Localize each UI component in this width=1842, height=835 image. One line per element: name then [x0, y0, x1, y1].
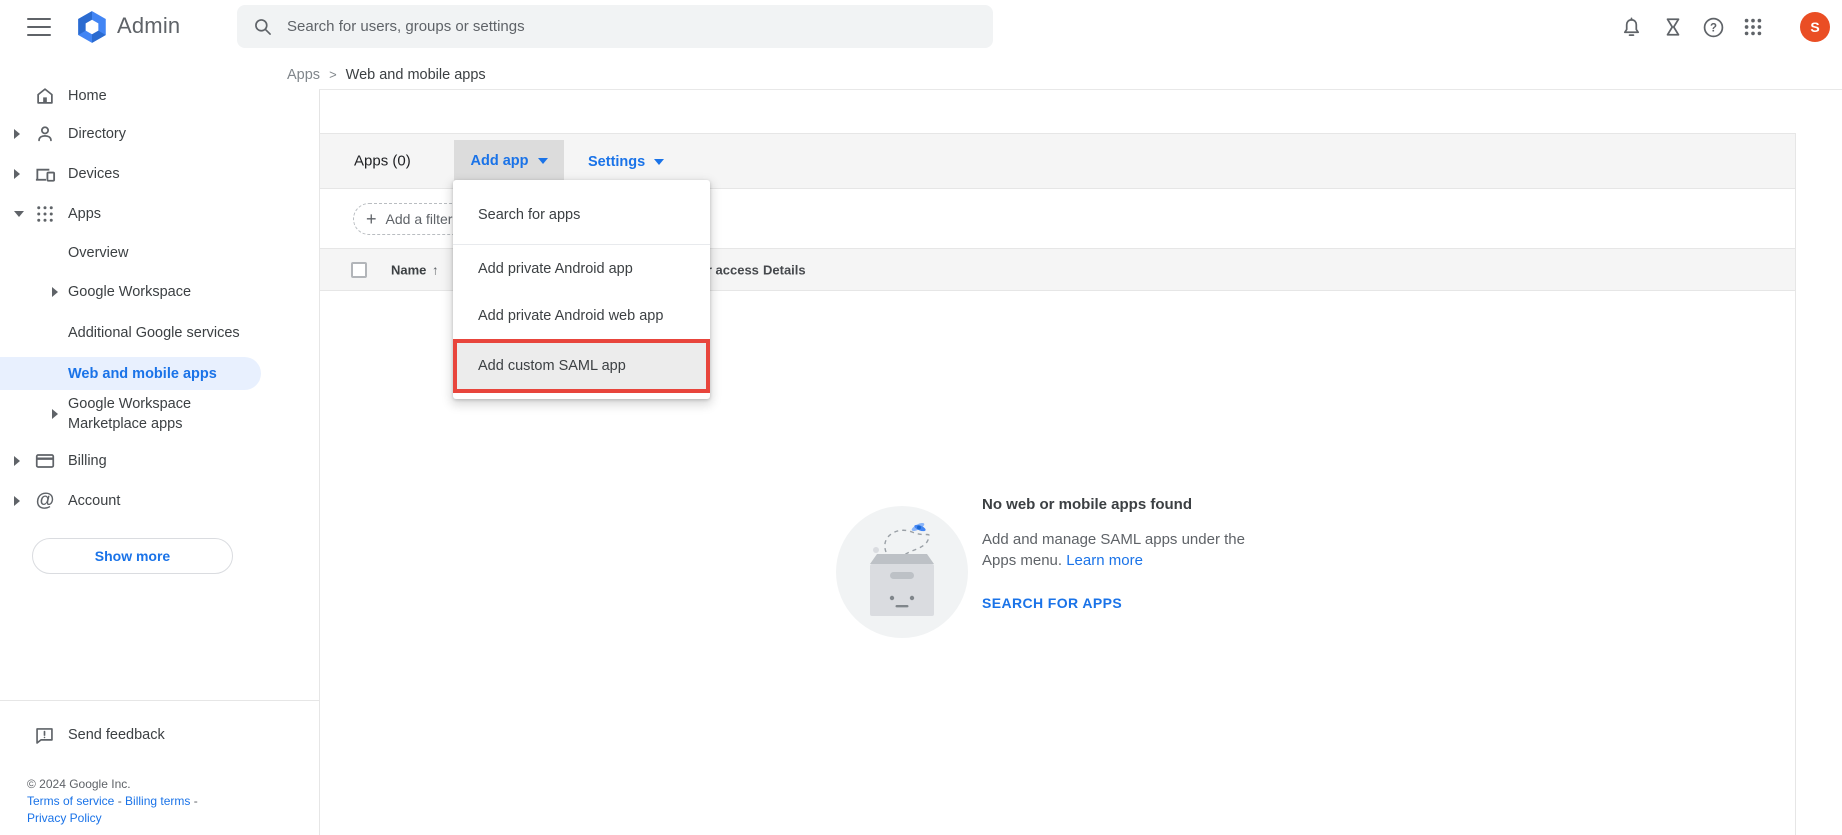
menu-item-add-private-android-web-app[interactable]: Add private Android web app: [453, 292, 710, 339]
sort-ascending-icon[interactable]: ↑: [432, 262, 439, 277]
select-all-checkbox[interactable]: [351, 262, 367, 278]
global-search[interactable]: [237, 5, 993, 48]
help-icon[interactable]: ?: [1700, 14, 1726, 40]
chevron-right-icon: [14, 169, 20, 179]
fly-icon: [911, 522, 926, 532]
chevron-right-icon: [52, 287, 58, 297]
google-admin-console: Admin ?: [0, 0, 1842, 835]
chevron-right-icon: [14, 456, 20, 466]
sidebar-item-home[interactable]: Home: [0, 76, 319, 116]
sidebar-item-label: Google Workspace Marketplace apps: [68, 396, 192, 432]
devices-icon: [33, 162, 57, 186]
footer-separator: -: [190, 794, 198, 808]
caret-down-icon: [537, 158, 548, 164]
footer-separator: -: [114, 794, 126, 808]
sidebar-divider: [0, 700, 319, 701]
menu-item-add-private-android-app[interactable]: Add private Android app: [453, 245, 710, 292]
chevron-right-icon: [14, 129, 20, 139]
svg-text:?: ?: [1709, 22, 1716, 34]
menu-item-add-custom-saml-app[interactable]: Add custom SAML app: [453, 339, 710, 393]
home-icon: [33, 84, 57, 108]
sidebar-item-additional-google-services[interactable]: Additional Google services: [0, 313, 319, 353]
breadcrumb-separator: >: [329, 67, 337, 82]
sidebar-nav: Home Directory Devices Apps Overview Goo…: [0, 55, 319, 835]
billing-terms-link[interactable]: Billing terms: [125, 794, 190, 808]
sidebar-item-label: Account: [68, 493, 121, 509]
brand-title: Admin: [117, 13, 181, 38]
sidebar-footer: © 2024 Google Inc. Terms of service - Bi…: [27, 776, 198, 827]
sidebar-item-directory[interactable]: Directory: [0, 114, 319, 154]
breadcrumb-current: Web and mobile apps: [345, 67, 486, 83]
add-app-button[interactable]: Add app: [454, 140, 564, 182]
copyright-text: © 2024 Google Inc.: [27, 777, 131, 791]
privacy-policy-link[interactable]: Privacy Policy: [27, 811, 102, 825]
chevron-right-icon: [52, 409, 58, 419]
empty-state-illustration: [836, 506, 968, 638]
person-icon: [33, 122, 57, 146]
sidebar-item-overview[interactable]: Overview: [0, 233, 319, 273]
notifications-icon[interactable]: [1618, 14, 1644, 40]
column-header-details[interactable]: Details: [763, 262, 806, 277]
sidebar-item-label: Home: [68, 88, 107, 104]
sidebar-item-label: Overview: [68, 245, 129, 261]
send-feedback-label: Send feedback: [68, 727, 165, 743]
terms-of-service-link[interactable]: Terms of service: [27, 794, 114, 808]
hourglass-icon[interactable]: [1660, 14, 1686, 40]
chevron-down-icon: [14, 211, 24, 217]
learn-more-link[interactable]: Learn more: [1066, 552, 1143, 569]
add-filter-label: Add a filter: [385, 211, 453, 227]
show-more-button[interactable]: Show more: [32, 538, 233, 574]
menu-item-search-for-apps[interactable]: Search for apps: [453, 186, 710, 244]
empty-state-title: No web or mobile apps found: [982, 496, 1192, 513]
breadcrumb-apps[interactable]: Apps: [287, 67, 320, 83]
main-menu-icon[interactable]: [27, 18, 51, 36]
google-admin-logo: [78, 11, 106, 43]
sidebar-item-google-workspace-marketplace-apps[interactable]: Google Workspace Marketplace apps: [0, 392, 319, 436]
sidebar-item-label: Google Workspace: [68, 284, 192, 300]
at-sign-icon: @: [35, 490, 55, 511]
breadcrumb: Apps > Web and mobile apps: [287, 67, 486, 83]
account-avatar[interactable]: S: [1800, 12, 1830, 42]
empty-state: No web or mobile apps found Add and mana…: [982, 496, 1302, 611]
sidebar-item-label: Devices: [68, 166, 120, 182]
sidebar-item-label: Apps: [68, 206, 102, 222]
settings-label: Settings: [588, 153, 646, 170]
billing-card-icon: [33, 449, 57, 473]
sidebar-item-apps[interactable]: Apps: [0, 194, 319, 234]
apps-count-title: Apps (0): [354, 152, 411, 170]
sidebar-item-devices[interactable]: Devices: [0, 154, 319, 194]
sidebar-item-label: Additional Google services: [68, 325, 240, 341]
column-header-name[interactable]: Name: [391, 262, 426, 277]
sidebar-item-web-and-mobile-apps[interactable]: Web and mobile apps: [0, 357, 261, 390]
plus-icon: +: [366, 209, 377, 229]
send-feedback-button[interactable]: Send feedback: [0, 715, 319, 755]
sidebar-item-label: Directory: [68, 126, 127, 142]
top-bar: Admin ?: [0, 0, 1842, 55]
apps-grid-icon: [33, 202, 57, 226]
add-app-dropdown-menu: Search for apps Add private Android app …: [453, 180, 710, 399]
sidebar-item-label: Web and mobile apps: [68, 365, 217, 382]
breadcrumb-divider: [319, 89, 1842, 90]
add-app-label: Add app: [470, 153, 529, 169]
feedback-icon: [32, 723, 56, 747]
caret-down-icon: [654, 158, 665, 165]
sidebar-item-billing[interactable]: Billing: [0, 441, 319, 481]
sidebar-item-account[interactable]: @ Account: [0, 481, 319, 521]
google-apps-grid-icon[interactable]: [1740, 14, 1766, 40]
empty-state-body: Add and manage SAML apps under the Apps …: [982, 529, 1277, 571]
chevron-right-icon: [14, 496, 20, 506]
sidebar-item-label: Billing: [68, 453, 107, 469]
search-for-apps-link[interactable]: SEARCH FOR APPS: [982, 595, 1302, 611]
search-input[interactable]: [287, 18, 977, 35]
sidebar-item-google-workspace[interactable]: Google Workspace: [0, 272, 319, 312]
search-icon: [255, 18, 271, 35]
